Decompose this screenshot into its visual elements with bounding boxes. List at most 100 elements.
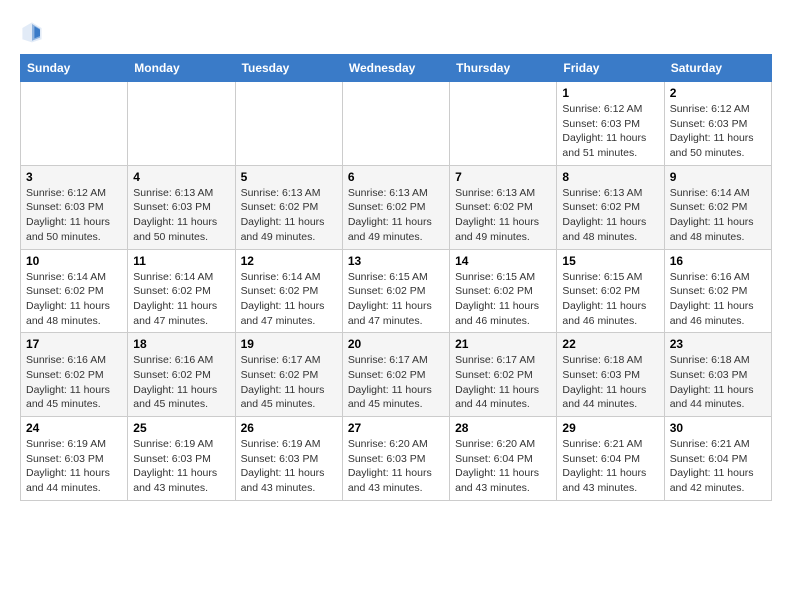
day-number: 26 <box>241 421 337 435</box>
day-number: 25 <box>133 421 229 435</box>
day-info: Sunrise: 6:20 AMSunset: 6:04 PMDaylight:… <box>455 437 551 496</box>
day-info: Sunrise: 6:19 AMSunset: 6:03 PMDaylight:… <box>133 437 229 496</box>
day-number: 23 <box>670 337 766 351</box>
day-number: 8 <box>562 170 658 184</box>
calendar-week-row: 24 Sunrise: 6:19 AMSunset: 6:03 PMDayligh… <box>21 417 772 501</box>
day-number: 10 <box>26 254 122 268</box>
day-info: Sunrise: 6:13 AMSunset: 6:02 PMDaylight:… <box>241 186 337 245</box>
calendar-cell: 23 Sunrise: 6:18 AMSunset: 6:03 PMDayligh… <box>664 333 771 417</box>
day-info: Sunrise: 6:16 AMSunset: 6:02 PMDaylight:… <box>26 353 122 412</box>
calendar-cell: 20Sunrise: 6:17 AMSunset: 6:02 PMDayligh… <box>342 333 449 417</box>
day-number: 6 <box>348 170 444 184</box>
weekday-header: Monday <box>128 55 235 82</box>
calendar-cell: 12 Sunrise: 6:14 AMSunset: 6:02 PMDayligh… <box>235 249 342 333</box>
calendar-week-row: 17 Sunrise: 6:16 AMSunset: 6:02 PMDayligh… <box>21 333 772 417</box>
calendar-cell: 16 Sunrise: 6:16 AMSunset: 6:02 PMDayligh… <box>664 249 771 333</box>
day-info: Sunrise: 6:21 AMSunset: 6:04 PMDaylight:… <box>562 437 658 496</box>
weekday-header: Sunday <box>21 55 128 82</box>
calendar-cell: 14 Sunrise: 6:15 AMSunset: 6:02 PMDayligh… <box>450 249 557 333</box>
calendar-cell: 17 Sunrise: 6:16 AMSunset: 6:02 PMDayligh… <box>21 333 128 417</box>
calendar-cell <box>21 82 128 166</box>
day-number: 5 <box>241 170 337 184</box>
day-info: Sunrise: 6:17 AMSunset: 6:02 PMDaylight:… <box>241 353 337 412</box>
weekday-header: Thursday <box>450 55 557 82</box>
calendar-cell: 25 Sunrise: 6:19 AMSunset: 6:03 PMDayligh… <box>128 417 235 501</box>
day-number: 17 <box>26 337 122 351</box>
day-info: Sunrise: 6:13 AMSunset: 6:02 PMDaylight:… <box>348 186 444 245</box>
calendar-cell: 4Sunrise: 6:13 AMSunset: 6:03 PMDaylight… <box>128 165 235 249</box>
day-number: 3 <box>26 170 122 184</box>
weekday-header: Saturday <box>664 55 771 82</box>
calendar-cell: 11 Sunrise: 6:14 AMSunset: 6:02 PMDayligh… <box>128 249 235 333</box>
calendar-week-row: 1 Sunrise: 6:12 AMSunset: 6:03 PMDaylight… <box>21 82 772 166</box>
day-info: Sunrise: 6:14 AMSunset: 6:02 PMDaylight:… <box>241 270 337 329</box>
day-info: Sunrise: 6:16 AMSunset: 6:02 PMDaylight:… <box>670 270 766 329</box>
weekday-header: Wednesday <box>342 55 449 82</box>
calendar-cell: 27 Sunrise: 6:20 AMSunset: 6:03 PMDayligh… <box>342 417 449 501</box>
day-number: 29 <box>562 421 658 435</box>
day-info: Sunrise: 6:18 AMSunset: 6:03 PMDaylight:… <box>670 353 766 412</box>
day-info: Sunrise: 6:12 AMSunset: 6:03 PMDaylight:… <box>26 186 122 245</box>
day-info: Sunrise: 6:13 AMSunset: 6:02 PMDaylight:… <box>562 186 658 245</box>
day-number: 1 <box>562 86 658 100</box>
calendar-cell: 1 Sunrise: 6:12 AMSunset: 6:03 PMDaylight… <box>557 82 664 166</box>
calendar-cell: 28 Sunrise: 6:20 AMSunset: 6:04 PMDayligh… <box>450 417 557 501</box>
calendar-table: SundayMondayTuesdayWednesdayThursdayFrid… <box>20 54 772 501</box>
calendar-cell: 26 Sunrise: 6:19 AMSunset: 6:03 PMDayligh… <box>235 417 342 501</box>
day-number: 9 <box>670 170 766 184</box>
logo <box>20 20 48 44</box>
day-info: Sunrise: 6:20 AMSunset: 6:03 PMDaylight:… <box>348 437 444 496</box>
calendar-cell <box>450 82 557 166</box>
calendar-header-row: SundayMondayTuesdayWednesdayThursdayFrid… <box>21 55 772 82</box>
calendar-cell: 29 Sunrise: 6:21 AMSunset: 6:04 PMDayligh… <box>557 417 664 501</box>
day-number: 15 <box>562 254 658 268</box>
day-info: Sunrise: 6:12 AMSunset: 6:03 PMDaylight:… <box>670 102 766 161</box>
day-info: Sunrise: 6:18 AMSunset: 6:03 PMDaylight:… <box>562 353 658 412</box>
day-info: Sunrise: 6:14 AMSunset: 6:02 PMDaylight:… <box>133 270 229 329</box>
calendar-cell: 5 Sunrise: 6:13 AMSunset: 6:02 PMDaylight… <box>235 165 342 249</box>
calendar-week-row: 10 Sunrise: 6:14 AMSunset: 6:02 PMDayligh… <box>21 249 772 333</box>
day-info: Sunrise: 6:15 AMSunset: 6:02 PMDaylight:… <box>348 270 444 329</box>
day-number: 7 <box>455 170 551 184</box>
day-number: 19 <box>241 337 337 351</box>
day-info: Sunrise: 6:17 AMSunset: 6:02 PMDaylight:… <box>455 353 551 412</box>
day-number: 22 <box>562 337 658 351</box>
day-number: 20 <box>348 337 444 351</box>
calendar-cell: 21 Sunrise: 6:17 AMSunset: 6:02 PMDayligh… <box>450 333 557 417</box>
day-number: 14 <box>455 254 551 268</box>
day-info: Sunrise: 6:13 AMSunset: 6:02 PMDaylight:… <box>455 186 551 245</box>
day-number: 18 <box>133 337 229 351</box>
calendar-cell: 9Sunrise: 6:14 AMSunset: 6:02 PMDaylight… <box>664 165 771 249</box>
calendar-cell <box>128 82 235 166</box>
calendar-cell: 8 Sunrise: 6:13 AMSunset: 6:02 PMDaylight… <box>557 165 664 249</box>
day-number: 30 <box>670 421 766 435</box>
calendar-cell: 13Sunrise: 6:15 AMSunset: 6:02 PMDayligh… <box>342 249 449 333</box>
day-info: Sunrise: 6:12 AMSunset: 6:03 PMDaylight:… <box>562 102 658 161</box>
day-number: 27 <box>348 421 444 435</box>
weekday-header: Tuesday <box>235 55 342 82</box>
calendar-cell: 3 Sunrise: 6:12 AMSunset: 6:03 PMDaylight… <box>21 165 128 249</box>
calendar-cell: 7 Sunrise: 6:13 AMSunset: 6:02 PMDaylight… <box>450 165 557 249</box>
day-info: Sunrise: 6:19 AMSunset: 6:03 PMDaylight:… <box>241 437 337 496</box>
day-number: 16 <box>670 254 766 268</box>
day-info: Sunrise: 6:16 AMSunset: 6:02 PMDaylight:… <box>133 353 229 412</box>
calendar-cell: 2Sunrise: 6:12 AMSunset: 6:03 PMDaylight… <box>664 82 771 166</box>
day-number: 21 <box>455 337 551 351</box>
day-number: 4 <box>133 170 229 184</box>
calendar-cell <box>342 82 449 166</box>
day-number: 24 <box>26 421 122 435</box>
day-info: Sunrise: 6:15 AMSunset: 6:02 PMDaylight:… <box>455 270 551 329</box>
day-info: Sunrise: 6:21 AMSunset: 6:04 PMDaylight:… <box>670 437 766 496</box>
page-header <box>20 20 772 44</box>
day-number: 28 <box>455 421 551 435</box>
logo-icon <box>20 20 44 44</box>
day-info: Sunrise: 6:14 AMSunset: 6:02 PMDaylight:… <box>26 270 122 329</box>
calendar-cell: 10 Sunrise: 6:14 AMSunset: 6:02 PMDayligh… <box>21 249 128 333</box>
day-number: 11 <box>133 254 229 268</box>
day-number: 12 <box>241 254 337 268</box>
calendar-cell: 22 Sunrise: 6:18 AMSunset: 6:03 PMDayligh… <box>557 333 664 417</box>
calendar-cell: 15 Sunrise: 6:15 AMSunset: 6:02 PMDayligh… <box>557 249 664 333</box>
day-info: Sunrise: 6:15 AMSunset: 6:02 PMDaylight:… <box>562 270 658 329</box>
calendar-week-row: 3 Sunrise: 6:12 AMSunset: 6:03 PMDaylight… <box>21 165 772 249</box>
calendar-cell: 6 Sunrise: 6:13 AMSunset: 6:02 PMDaylight… <box>342 165 449 249</box>
